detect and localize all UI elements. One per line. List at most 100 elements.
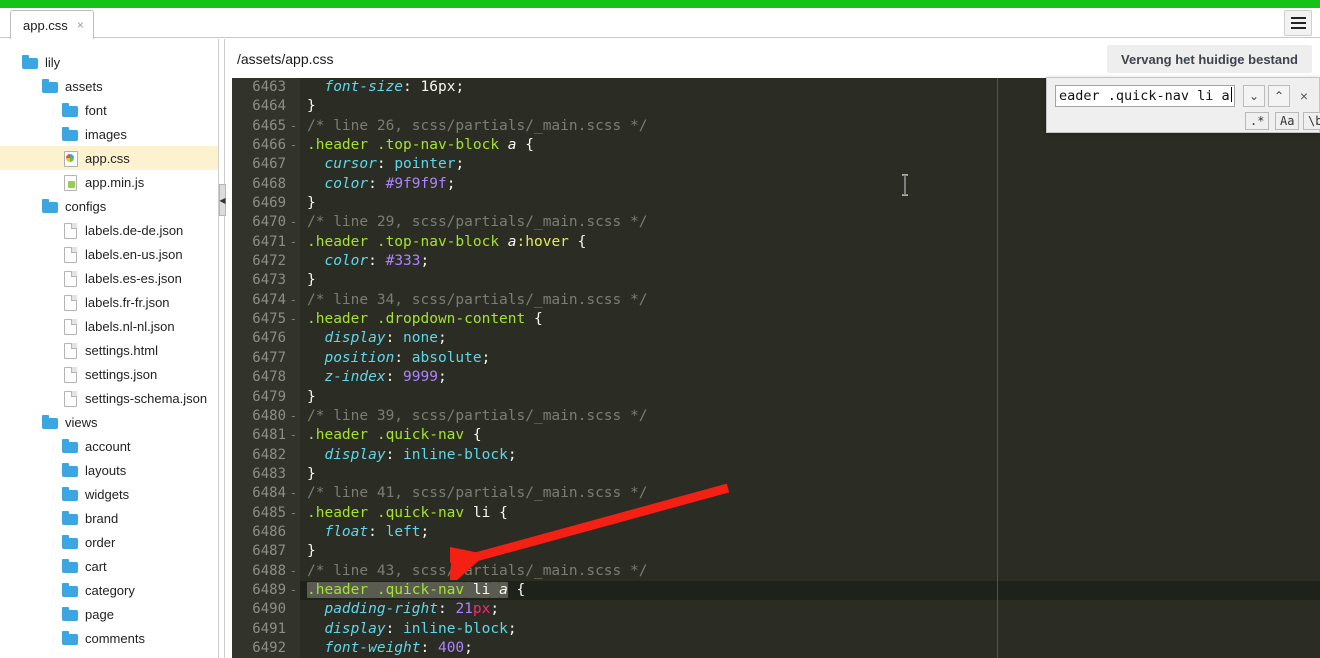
code-line[interactable]: .header .top-nav-block a { — [300, 136, 1320, 155]
line-number[interactable]: 6465‐ — [232, 117, 300, 136]
line-number[interactable]: 6469 — [232, 194, 300, 213]
code-line[interactable]: } — [300, 388, 1320, 407]
line-number[interactable]: 6480‐ — [232, 407, 300, 426]
line-number[interactable]: 6484‐ — [232, 484, 300, 503]
line-number[interactable]: 6491 — [232, 620, 300, 639]
line-number[interactable]: 6486 — [232, 523, 300, 542]
line-number[interactable]: 6488‐ — [232, 562, 300, 581]
tree-item-order[interactable]: order — [0, 530, 218, 554]
line-number[interactable]: 6490 — [232, 600, 300, 619]
fold-toggle-icon[interactable]: ‐ — [290, 581, 297, 600]
tree-item-page[interactable]: page — [0, 602, 218, 626]
search-input[interactable]: eader .quick-nav li a — [1055, 85, 1235, 107]
whole-word-toggle[interactable]: \b — [1303, 112, 1320, 130]
code-line[interactable]: /* line 29, scss/partials/_main.scss */ — [300, 213, 1320, 232]
code-line[interactable]: display: inline-block; — [300, 620, 1320, 639]
tree-item-app-min-js[interactable]: app.min.js — [0, 170, 218, 194]
line-number[interactable]: 6479 — [232, 388, 300, 407]
tree-item-account[interactable]: account — [0, 434, 218, 458]
line-number[interactable]: 6468 — [232, 175, 300, 194]
tree-item-labels-nl-nl-json[interactable]: labels.nl-nl.json — [0, 314, 218, 338]
tree-item-settings-schema-json[interactable]: settings-schema.json — [0, 386, 218, 410]
tree-item-labels-es-es-json[interactable]: labels.es-es.json — [0, 266, 218, 290]
fold-toggle-icon[interactable]: ‐ — [290, 310, 297, 329]
code-line[interactable]: .header .quick-nav li { — [300, 504, 1320, 523]
tree-item-widgets[interactable]: widgets — [0, 482, 218, 506]
line-number[interactable]: 6477 — [232, 349, 300, 368]
fold-toggle-icon[interactable]: ‐ — [290, 213, 297, 232]
line-number[interactable]: 6489‐ — [232, 581, 300, 600]
fold-toggle-icon[interactable]: ‐ — [290, 504, 297, 523]
tab-app-css[interactable]: app.css × — [10, 10, 94, 39]
code-line[interactable]: } — [300, 271, 1320, 290]
tree-item-settings-json[interactable]: settings.json — [0, 362, 218, 386]
regex-toggle[interactable]: .* — [1245, 112, 1270, 130]
code-line[interactable]: z-index: 9999; — [300, 368, 1320, 387]
line-number[interactable]: 6464 — [232, 97, 300, 116]
tree-item-labels-fr-fr-json[interactable]: labels.fr-fr.json — [0, 290, 218, 314]
tree-item-settings-html[interactable]: settings.html — [0, 338, 218, 362]
tree-item-labels-de-de-json[interactable]: labels.de-de.json — [0, 218, 218, 242]
line-number[interactable]: 6482 — [232, 446, 300, 465]
line-number[interactable]: 6472 — [232, 252, 300, 271]
code-line[interactable]: /* line 41, scss/partials/_main.scss */ — [300, 484, 1320, 503]
fold-toggle-icon[interactable]: ‐ — [290, 407, 297, 426]
line-number[interactable]: 6487 — [232, 542, 300, 561]
line-number[interactable]: 6470‐ — [232, 213, 300, 232]
line-number[interactable]: 6475‐ — [232, 310, 300, 329]
code-line[interactable]: .header .quick-nav { — [300, 426, 1320, 445]
tree-item-app-css[interactable]: app.css — [0, 146, 218, 170]
match-case-toggle[interactable]: Aa — [1275, 112, 1300, 130]
line-number[interactable]: 6467 — [232, 155, 300, 174]
fold-toggle-icon[interactable]: ‐ — [290, 136, 297, 155]
tree-item-category[interactable]: category — [0, 578, 218, 602]
line-number[interactable]: 6474‐ — [232, 291, 300, 310]
code-line[interactable]: float: left; — [300, 523, 1320, 542]
tree-item-lily[interactable]: lily — [0, 50, 218, 74]
code-line[interactable]: .header .top-nav-block a:hover { — [300, 233, 1320, 252]
splitter-handle[interactable]: ◀ — [219, 184, 226, 216]
code-line[interactable]: } — [300, 465, 1320, 484]
find-next-icon[interactable]: ⌄ — [1243, 85, 1265, 107]
code-line[interactable]: } — [300, 542, 1320, 561]
find-previous-icon[interactable]: ⌃ — [1268, 85, 1290, 107]
code-line[interactable]: color: #9f9f9f; — [300, 175, 1320, 194]
line-number[interactable]: 6476 — [232, 329, 300, 348]
line-number[interactable]: 6471‐ — [232, 233, 300, 252]
code-line[interactable]: } — [300, 194, 1320, 213]
code-line[interactable]: display: none; — [300, 329, 1320, 348]
code-line[interactable]: display: inline-block; — [300, 446, 1320, 465]
tree-item-cart[interactable]: cart — [0, 554, 218, 578]
fold-toggle-icon[interactable]: ‐ — [290, 233, 297, 252]
tree-item-configs[interactable]: configs — [0, 194, 218, 218]
tree-item-brand[interactable]: brand — [0, 506, 218, 530]
tree-item-images[interactable]: images — [0, 122, 218, 146]
tree-item-comments[interactable]: comments — [0, 626, 218, 650]
line-number[interactable]: 6485‐ — [232, 504, 300, 523]
code-line[interactable]: font-weight: 400; — [300, 639, 1320, 658]
code-line[interactable]: padding-right: 21px; — [300, 600, 1320, 619]
tree-item-views[interactable]: views — [0, 410, 218, 434]
fold-toggle-icon[interactable]: ‐ — [290, 562, 297, 581]
fold-toggle-icon[interactable]: ‐ — [290, 117, 297, 136]
line-number[interactable]: 6481‐ — [232, 426, 300, 445]
code-editor[interactable]: 6463 6464 6465‐6466‐6467 6468 6469 6470‐6471‐… — [232, 78, 1320, 658]
code-lines[interactable]: font-size: 16px;}/* line 26, scss/partia… — [300, 78, 1320, 658]
line-number[interactable]: 6483 — [232, 465, 300, 484]
line-number[interactable]: 6466‐ — [232, 136, 300, 155]
tree-item-layouts[interactable]: layouts — [0, 458, 218, 482]
fold-toggle-icon[interactable]: ‐ — [290, 426, 297, 445]
fold-toggle-icon[interactable]: ‐ — [290, 484, 297, 503]
fold-toggle-icon[interactable]: ‐ — [290, 291, 297, 310]
line-number[interactable]: 6492 — [232, 639, 300, 658]
close-icon[interactable]: × — [1295, 85, 1313, 107]
find-widget[interactable]: eader .quick-nav li a ⌄ ⌃ × .* Aa \b — [1046, 77, 1320, 133]
tree-item-labels-en-us-json[interactable]: labels.en-us.json — [0, 242, 218, 266]
tree-item-font[interactable]: font — [0, 98, 218, 122]
code-line[interactable]: .header .quick-nav li a { — [300, 580, 1320, 601]
code-line[interactable]: .header .dropdown-content { — [300, 310, 1320, 329]
code-line[interactable]: /* line 39, scss/partials/_main.scss */ — [300, 407, 1320, 426]
line-number[interactable]: 6463 — [232, 78, 300, 97]
replace-current-file-button[interactable]: Vervang het huidige bestand — [1107, 45, 1312, 73]
code-line[interactable]: cursor: pointer; — [300, 155, 1320, 174]
